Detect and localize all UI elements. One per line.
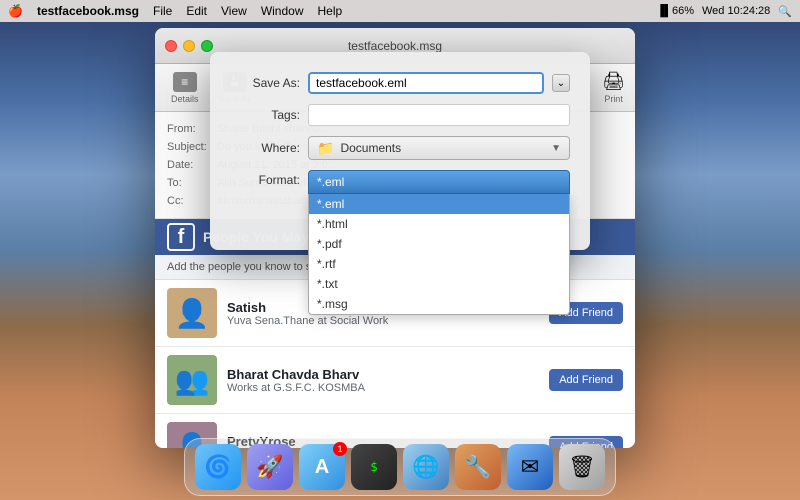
where-value: Documents xyxy=(340,141,401,155)
format-label: Format: xyxy=(230,170,300,187)
format-option-pdf[interactable]: *.pdf xyxy=(309,234,569,254)
format-row: Format: *.eml *.eml *.html *.pdf *.rtf *… xyxy=(230,170,570,194)
where-row: Where: 📁 Documents ▼ xyxy=(230,136,570,160)
clock: Wed 10:24:28 xyxy=(702,5,770,17)
format-options-list: *.eml *.html *.pdf *.rtf *.txt *.msg xyxy=(308,194,570,315)
battery-indicator: ▐▌66% xyxy=(656,5,694,17)
dock-item-finder[interactable]: 🌀 xyxy=(195,444,241,490)
mail-icon: ✉ xyxy=(521,454,539,480)
format-dropdown-container: *.eml *.eml *.html *.pdf *.rtf *.txt *.m… xyxy=(308,170,570,194)
dock-item-trash[interactable]: 🗑 xyxy=(559,444,605,490)
terminal-icon: $ xyxy=(370,460,377,474)
search-icon[interactable]: 🔍 xyxy=(778,5,792,18)
menu-bar-right: ▐▌66% Wed 10:24:28 🔍 xyxy=(656,5,792,18)
dialog-overlay: Save As: ⌄ Tags: Where: 📁 Documents ▼ Fo… xyxy=(0,0,800,500)
menu-help[interactable]: Help xyxy=(318,4,343,18)
apple-menu[interactable]: 🍎 xyxy=(8,4,23,18)
format-selected[interactable]: *.eml xyxy=(308,170,570,194)
expand-button[interactable]: ⌄ xyxy=(552,74,570,92)
tags-row: Tags: xyxy=(230,104,570,126)
format-selected-value: *.eml xyxy=(317,175,344,189)
tags-input[interactable] xyxy=(308,104,570,126)
format-option-rtf[interactable]: *.rtf xyxy=(309,254,569,274)
format-option-msg[interactable]: *.msg xyxy=(309,294,569,314)
browser-icon: 🌐 xyxy=(412,454,439,480)
tools-icon: 🔧 xyxy=(464,454,491,480)
save-as-row: Save As: ⌄ xyxy=(230,72,570,94)
appstore-icon: A xyxy=(315,456,329,479)
dock-item-terminal[interactable]: $ xyxy=(351,444,397,490)
format-option-eml[interactable]: *.eml xyxy=(309,194,569,214)
menu-bar-left: 🍎 testfacebook.msg File Edit View Window… xyxy=(8,4,342,18)
chevron-down-icon: ▼ xyxy=(551,143,561,154)
app-name[interactable]: testfacebook.msg xyxy=(37,4,139,18)
format-option-html[interactable]: *.html xyxy=(309,214,569,234)
save-dialog: Save As: ⌄ Tags: Where: 📁 Documents ▼ Fo… xyxy=(210,52,590,250)
dock: 🌀 🚀 A 1 $ 🌐 🔧 ✉ 🗑 xyxy=(184,438,616,496)
launchpad-icon: 🚀 xyxy=(256,454,283,480)
menu-bar: 🍎 testfacebook.msg File Edit View Window… xyxy=(0,0,800,22)
menu-file[interactable]: File xyxy=(153,4,172,18)
tags-label: Tags: xyxy=(230,108,300,122)
appstore-badge: 1 xyxy=(333,442,347,456)
menu-view[interactable]: View xyxy=(221,4,247,18)
where-select[interactable]: 📁 Documents ▼ xyxy=(308,136,570,160)
where-label: Where: xyxy=(230,141,300,155)
dock-item-browser[interactable]: 🌐 xyxy=(403,444,449,490)
save-as-dialog-label: Save As: xyxy=(230,76,300,90)
dock-item-appstore[interactable]: A 1 xyxy=(299,444,345,490)
save-as-input[interactable] xyxy=(308,72,544,94)
format-option-txt[interactable]: *.txt xyxy=(309,274,569,294)
dock-item-tools[interactable]: 🔧 xyxy=(455,444,501,490)
menu-window[interactable]: Window xyxy=(261,4,304,18)
dock-item-launchpad[interactable]: 🚀 xyxy=(247,444,293,490)
trash-icon: 🗑 xyxy=(568,454,596,480)
folder-icon: 📁 xyxy=(317,140,334,157)
dock-item-mail[interactable]: ✉ xyxy=(507,444,553,490)
finder-icon: 🌀 xyxy=(204,454,231,480)
menu-edit[interactable]: Edit xyxy=(186,4,207,18)
